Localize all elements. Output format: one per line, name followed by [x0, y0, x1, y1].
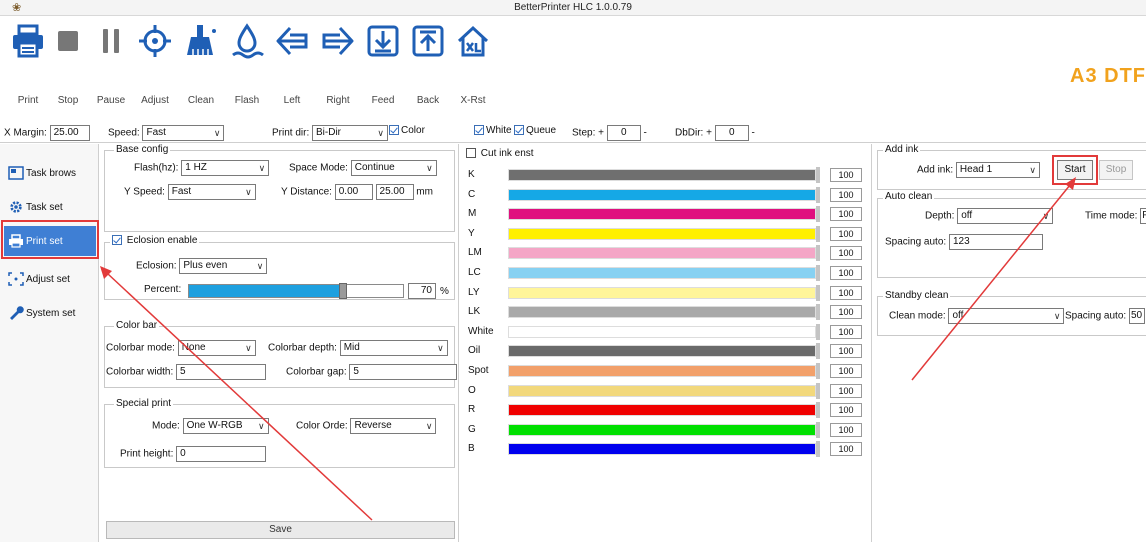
app-window: ❀ BetterPrinter HLC 1.0.0.79 Print Stop [0, 0, 1146, 542]
annotation-arrow-line-left [107, 273, 373, 521]
annotation-arrow-line-right [911, 184, 1071, 381]
annotation-arrows [100, 177, 1076, 521]
